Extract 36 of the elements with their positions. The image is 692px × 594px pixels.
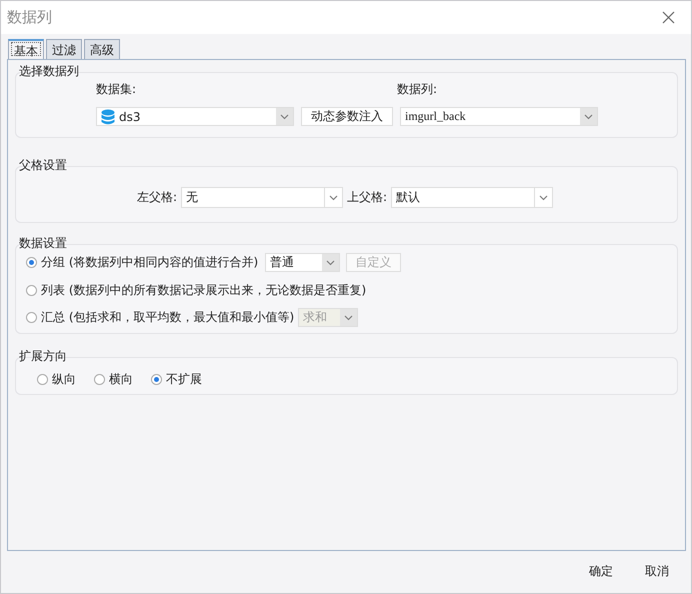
- option-label: 汇总 (包括求和，取平均数，最大值和最小值等): [41, 309, 294, 326]
- field-label: 上父格:: [347, 189, 388, 206]
- left-parent-dropdown[interactable]: 无: [181, 187, 344, 208]
- option-label: 分组 (将数据列中相同内容的值进行合并): [41, 254, 258, 271]
- option-label: 纵向: [52, 370, 76, 388]
- group-title: 数据设置: [18, 236, 67, 251]
- radio-button[interactable]: [26, 284, 37, 296]
- column-dropdown[interactable]: imgurl_back: [400, 107, 598, 126]
- radio-button[interactable]: [26, 312, 37, 323]
- dataset-dropdown[interactable]: ds3: [96, 107, 294, 126]
- dialog-button[interactable]: 确定: [583, 562, 619, 581]
- dropdown-caret-icon[interactable]: [276, 108, 293, 125]
- radio-button[interactable]: [94, 374, 105, 384]
- tab[interactable]: 过滤: [46, 39, 82, 59]
- tab[interactable]: 高级: [84, 39, 120, 59]
- dropdown-caret-icon[interactable]: [322, 254, 340, 271]
- dialog-button[interactable]: 取消: [639, 562, 675, 581]
- group-title: 父格设置: [18, 158, 67, 173]
- group-title: 选择数据列: [18, 64, 79, 79]
- group-title: 扩展方向: [18, 349, 67, 364]
- field-label: 数据列:: [397, 81, 438, 98]
- field-label: 左父格:: [137, 189, 178, 206]
- dropdown-caret-icon[interactable]: [580, 108, 597, 125]
- field-label: 数据集:: [96, 81, 138, 98]
- mode-dropdown[interactable]: 普通: [265, 253, 340, 272]
- option-label: 不扩展: [166, 370, 202, 388]
- option-label: 横向: [109, 370, 133, 388]
- radio-button[interactable]: [37, 374, 48, 384]
- radio-button[interactable]: [26, 257, 37, 268]
- radio-button[interactable]: [151, 374, 162, 384]
- database-icon: [101, 108, 115, 124]
- close-icon[interactable]: [662, 11, 675, 24]
- window-title: 数据列: [7, 8, 52, 27]
- option-label: 列表 (数据列中的所有数据记录展示出来，无论数据是否重复): [41, 282, 366, 298]
- param-button[interactable]: 动态参数注入: [301, 107, 393, 126]
- top-parent-dropdown[interactable]: 默认: [391, 187, 554, 208]
